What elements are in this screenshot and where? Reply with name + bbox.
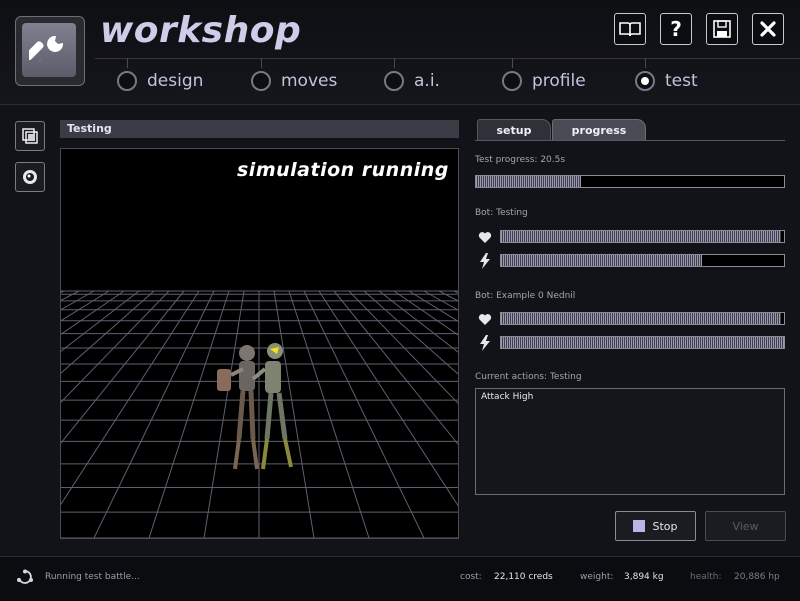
grid-line: [61, 290, 200, 505]
grid-line: [61, 290, 125, 335]
bot-2-label: Bot: Example 0 Nednil: [475, 291, 576, 301]
tab-ai-label: a.i.: [414, 71, 440, 91]
bot-2-energy-fill: [501, 337, 784, 348]
cube-view-icon: [22, 128, 38, 144]
grid-line: [348, 290, 458, 404]
lightning-icon: [477, 253, 493, 269]
tab-design-label: design: [147, 71, 204, 91]
radio-design[interactable]: [117, 71, 137, 91]
radio-profile[interactable]: [502, 71, 522, 91]
grid-line: [423, 290, 458, 311]
radio-test[interactable]: [635, 71, 655, 91]
view-cube-button[interactable]: [15, 121, 45, 151]
bot-1-label: Bot: Testing: [475, 208, 528, 218]
radio-ai[interactable]: [384, 71, 404, 91]
heart-icon: [477, 229, 493, 245]
stop-button-label: Stop: [652, 519, 678, 533]
stop-icon: [633, 520, 646, 532]
camera-lens-icon: [23, 170, 37, 184]
tab-profile-label: profile: [532, 71, 586, 91]
grid-line: [333, 290, 458, 445]
status-message: Running test battle...: [45, 572, 140, 582]
bot-2-health-bar: [500, 312, 785, 325]
tab-rule: [475, 140, 785, 141]
grid-line: [61, 290, 185, 444]
grid-line: [378, 290, 458, 353]
current-actions-label: Current actions: Testing: [475, 372, 582, 382]
floppy-disk-icon: [713, 20, 731, 38]
tab-profile[interactable]: profile: [502, 66, 586, 96]
grid-line: [61, 290, 110, 322]
nav-rule: [95, 58, 800, 59]
view-button[interactable]: View: [705, 511, 786, 541]
test-progress-bar: [475, 175, 785, 188]
weight-value: 3,894 kg: [624, 572, 664, 582]
cost-label: cost:: [460, 572, 482, 582]
cost-value: 22,110 creds: [494, 572, 553, 582]
tab-progress[interactable]: progress: [552, 119, 646, 141]
view-button-label: View: [732, 519, 759, 533]
bot-1-energy-bar: [500, 254, 785, 267]
header: workshop ? design moves a.i. profile tes…: [0, 0, 800, 105]
tab-setup[interactable]: setup: [477, 119, 551, 141]
current-actions-list[interactable]: Attack High: [475, 388, 785, 495]
wrench-icon: [22, 23, 76, 77]
grid-line: [61, 290, 95, 311]
workshop-logo: [15, 16, 85, 86]
close-button[interactable]: [752, 13, 784, 45]
camera-button[interactable]: [15, 162, 45, 192]
bot-1-health-bar: [500, 230, 785, 243]
radio-moves[interactable]: [251, 71, 271, 91]
help-button[interactable]: ?: [660, 13, 692, 45]
simulation-status-text: simulation running: [237, 159, 449, 181]
tab-test[interactable]: test: [635, 66, 698, 96]
tab-moves[interactable]: moves: [251, 66, 337, 96]
stop-button[interactable]: Stop: [615, 511, 696, 541]
grid-line: [363, 290, 458, 375]
tab-test-label: test: [665, 71, 698, 91]
bot-1-energy-fill: [501, 255, 702, 266]
weight-label: weight:: [580, 572, 614, 582]
close-icon: [760, 21, 776, 37]
help-icon: ?: [670, 17, 682, 41]
test-progress-fill: [476, 176, 581, 187]
app-title: workshop: [100, 10, 302, 51]
health-value: 20,886 hp: [734, 572, 780, 582]
tab-design[interactable]: design: [117, 66, 203, 96]
recycle-icon: [17, 569, 33, 584]
heart-icon: [477, 311, 493, 327]
book-icon: [619, 22, 641, 37]
simulation-viewport[interactable]: simulation running: [60, 148, 459, 539]
grid-line: [61, 290, 155, 374]
grid-line: [318, 290, 458, 507]
viewport-title: Testing: [60, 120, 459, 138]
grid-line: [393, 290, 458, 336]
tab-moves-label: moves: [281, 71, 338, 91]
bot-2-energy-bar: [500, 336, 785, 349]
health-label: health:: [690, 572, 722, 582]
bot-2-health-fill: [501, 313, 782, 324]
action-item: Attack High: [481, 392, 534, 402]
test-progress-label: Test progress: 20.5s: [475, 155, 566, 165]
grid-line: [61, 290, 140, 352]
tab-ai[interactable]: a.i.: [384, 66, 440, 96]
robot-figures: [217, 343, 293, 470]
manual-button[interactable]: [614, 13, 646, 45]
bot-1-health-fill: [501, 231, 782, 242]
grid-line: [61, 290, 170, 403]
lightning-icon: [477, 335, 493, 351]
save-button[interactable]: [706, 13, 738, 45]
